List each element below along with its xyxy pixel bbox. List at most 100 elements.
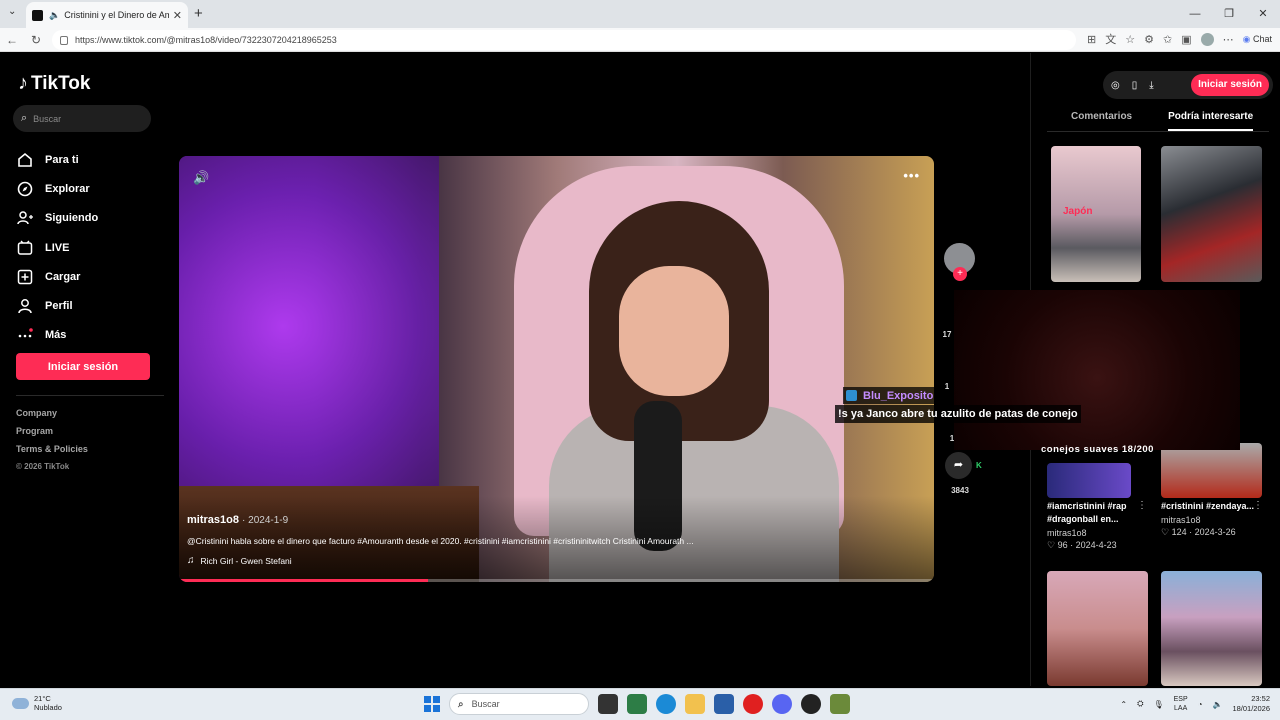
browser-toolbar: ← ↻ https://www.tiktok.com/@mitras1o8/vi… [0, 28, 1280, 52]
video-author[interactable]: mitras1o8 [187, 514, 239, 526]
opera-browser-icon[interactable] [743, 694, 763, 714]
suggested-video-stats: ♡ 124 · 2024-3-26 [1161, 527, 1236, 537]
tab-podria-interesarte[interactable]: Podría interesarte [1168, 111, 1254, 131]
sidebar-item-para-ti[interactable]: Para ti [17, 145, 98, 174]
live-icon [17, 240, 33, 255]
card-menu-icon[interactable]: ⋮ [1253, 500, 1263, 511]
translate-icon[interactable]: 文 [1105, 31, 1116, 47]
task-view-icon[interactable] [598, 694, 618, 714]
chat-overlay-username: Blu_Exposito [863, 389, 934, 402]
obs-icon[interactable] [801, 694, 821, 714]
game-app-icon[interactable] [830, 694, 850, 714]
restore-icon[interactable]: ❐ [1212, 0, 1246, 28]
coins-icon[interactable]: ◎ [1111, 80, 1120, 91]
taskbar-search-placeholder: Buscar [471, 699, 500, 709]
sidebar-item-live[interactable]: LIVE [17, 233, 98, 262]
video-meta: mitras1o8 · 2024-1-9 @Cristinini habla s… [187, 514, 907, 566]
sidebar-item-explorar[interactable]: Explorar [17, 174, 98, 203]
tray-overflow-icon[interactable]: ⌃ [1120, 700, 1127, 709]
store-icon[interactable] [714, 694, 734, 714]
suggested-video-thumbnail[interactable] [1047, 571, 1148, 686]
speaker-icon[interactable]: 🔈 [49, 10, 60, 21]
file-explorer-icon[interactable] [685, 694, 705, 714]
browser-tab[interactable]: 🔈 Cristinini y el Dinero de Amou ✕ [26, 2, 188, 28]
share-icon: ➦ [953, 459, 964, 471]
user-follow-icon [17, 211, 33, 225]
close-tab-icon[interactable]: ✕ [173, 9, 182, 22]
sidebar-nav: Para ti Explorar Siguiendo LIVE Cargar P… [17, 145, 98, 350]
back-icon[interactable]: ← [0, 33, 24, 47]
weather-widget[interactable]: 21°C Nublado [12, 694, 62, 712]
video-music[interactable]: ♫ Rich Girl - Gwen Stefani [187, 555, 907, 566]
clock-date: 18/01/2026 [1232, 704, 1270, 713]
tab-title: Cristinini y el Dinero de Amou [64, 10, 169, 20]
clock[interactable]: 23:52 18/01/2026 [1232, 694, 1270, 714]
profile-avatar[interactable] [1200, 32, 1214, 46]
device-icon[interactable]: ▯ [1132, 80, 1138, 91]
sidebar-item-siguiendo[interactable]: Siguiendo [17, 204, 98, 233]
share-count: 3843 [951, 486, 969, 495]
settings-more-icon[interactable]: ⋯ [1223, 33, 1234, 46]
favorite-star-icon[interactable]: ☆ [1125, 33, 1135, 46]
minimize-icon[interactable]: — [1178, 0, 1212, 28]
download-icon[interactable]: ⤓ [1149, 80, 1153, 91]
discord-icon[interactable] [772, 694, 792, 714]
tiktok-logo[interactable]: ♪ TikTok [18, 72, 90, 95]
language-indicator[interactable]: ESP LAA [1174, 695, 1188, 713]
share-button[interactable]: ➦ [945, 452, 972, 479]
volume-icon[interactable]: 🔊 [193, 170, 209, 186]
window-controls: — ❐ ✕ [1178, 0, 1280, 28]
video-more-icon[interactable]: ••• [903, 168, 920, 183]
heart-icon: ♡ [1047, 540, 1056, 550]
read-aloud-icon[interactable]: ⊞ [1087, 33, 1096, 46]
suggested-video-thumbnail[interactable]: Japón [1051, 146, 1141, 282]
follow-plus-icon[interactable]: + [953, 267, 967, 281]
search-input[interactable]: ⌕ Buscar [13, 105, 151, 132]
wallet-icon[interactable]: ▣ [1181, 33, 1191, 46]
favorites-icon[interactable]: ✩ [1163, 33, 1172, 46]
volume-tray-icon[interactable]: 🔈 [1212, 700, 1222, 709]
windows-start-icon[interactable] [424, 696, 440, 712]
keyboard-layout: LAA [1174, 705, 1188, 712]
footer-company-link[interactable]: Company [16, 408, 88, 426]
video-progress-bar[interactable] [179, 579, 934, 582]
network-icon[interactable]: ⛭ [1137, 699, 1143, 709]
url-text: https://www.tiktok.com/@mitras1o8/video/… [75, 35, 337, 45]
new-tab-icon[interactable]: + [194, 5, 203, 22]
extensions-icon[interactable]: ⚙ [1144, 33, 1154, 46]
card-menu-icon[interactable]: ⋮ [1137, 500, 1147, 511]
weather-temp: 21°C [34, 694, 51, 703]
sidebar-item-mas[interactable]: Más [17, 321, 98, 350]
suggested-video-likes: 96 [1057, 540, 1068, 550]
sidebar-item-cargar[interactable]: Cargar [17, 262, 98, 291]
close-window-icon[interactable]: ✕ [1246, 0, 1280, 28]
reload-icon[interactable]: ↻ [24, 33, 48, 47]
widgets-app-icon[interactable] [627, 694, 647, 714]
suggested-video-thumbnail[interactable] [1161, 571, 1262, 686]
mic-icon[interactable]: 🎙 [1153, 700, 1163, 709]
tab-list-icon[interactable]: ⌄ [8, 6, 16, 17]
header-login-button[interactable]: Iniciar sesión [1191, 74, 1269, 96]
suggested-video-thumbnail[interactable] [1047, 463, 1131, 498]
edge-browser-icon[interactable] [656, 694, 676, 714]
suggested-video-meta[interactable]: #iamcristinini #rap #dragonball en... mi… [1047, 500, 1147, 551]
footer-terms-link[interactable]: Terms & Policies [16, 444, 88, 462]
video-player[interactable]: 🔊 ••• mitras1o8 · 2024-1-9 @Cristinini h… [179, 156, 934, 582]
footer-program-link[interactable]: Program [16, 426, 88, 444]
like-count: 17 [942, 330, 952, 339]
suggested-video-thumbnail[interactable] [1161, 146, 1262, 282]
copilot-chat-button[interactable]: ◉ Chat [1243, 34, 1272, 45]
clock-time: 23:52 [1251, 694, 1270, 703]
suggested-video-thumbnail[interactable] [1161, 443, 1262, 498]
suggested-video-meta[interactable]: #cristinini #zendaya... mitras1o8 ♡ 124 … [1161, 500, 1261, 538]
login-button[interactable]: Iniciar sesión [16, 353, 150, 380]
sidebar-item-perfil[interactable]: Perfil [17, 291, 98, 320]
wifi-icon[interactable]: ◔ [1198, 700, 1203, 709]
tabs-divider [1047, 131, 1269, 132]
sidebar-item-label: Más [45, 329, 67, 342]
music-title: Rich Girl - Gwen Stefani [200, 555, 292, 566]
taskbar-search[interactable]: ⌕ Buscar [449, 693, 589, 715]
tab-comentarios[interactable]: Comentarios [1071, 111, 1132, 131]
more-dots-icon [18, 328, 33, 338]
address-bar[interactable]: https://www.tiktok.com/@mitras1o8/video/… [52, 30, 1076, 50]
